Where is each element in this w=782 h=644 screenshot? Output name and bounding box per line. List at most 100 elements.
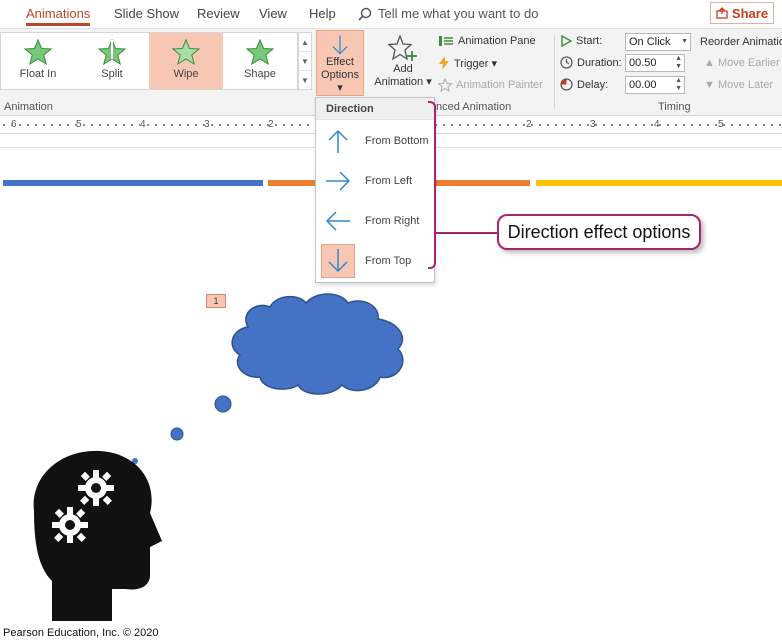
group-label-advanced: nced Animation [436,101,512,113]
arrow-down-icon [321,244,355,278]
delay-input[interactable]: 00.00 ▲ ▼ [625,76,685,94]
ruler-tick [43,124,45,126]
tab-animations[interactable]: Animations [26,6,91,26]
duration-label: Duration: [577,56,622,69]
add-animation-line2: Animation ▾ [374,76,432,88]
animation-painter-icon [438,78,452,92]
ruler-tick [107,124,109,126]
scroll-down-icon[interactable]: ▼ [299,52,311,71]
animation-pane-label: Animation Pane [458,35,536,47]
ruler-tick [147,124,149,126]
animation-shape[interactable]: Shape [223,33,297,89]
tab-slide-show[interactable]: Slide Show [114,6,179,21]
yellow-bar[interactable] [536,180,782,186]
animation-split[interactable]: Split [75,33,149,89]
duration-row: Duration: [560,56,622,69]
callout-label: Direction effect options [497,214,701,250]
ruler-tick [699,124,701,126]
star-split-icon [98,39,126,65]
arrow-right-icon [321,164,355,198]
ruler-tick [251,124,253,126]
ruler-tick [259,124,261,126]
ruler-tick [627,124,629,126]
animation-float-in[interactable]: Float In [1,33,75,89]
direction-label: From Bottom [365,135,429,147]
ruler-tick [187,124,189,126]
animation-painter-button[interactable]: Animation Painter [438,78,543,92]
play-icon [561,35,572,47]
ruler-tick [91,124,93,126]
ruler-tick [443,124,445,126]
ruler-tick [467,124,469,126]
ruler-tick [491,124,493,126]
ruler-tick [291,124,293,126]
animation-pane-button[interactable]: Animation Pane [438,35,536,47]
scroll-up-icon[interactable]: ▲ [299,33,311,52]
ruler-tick [299,124,301,126]
move-later-button[interactable]: ▼ Move Later [704,79,773,91]
gallery-scrollbar[interactable]: ▲ ▼ ▼ [298,32,312,90]
ruler-tick [675,124,677,126]
search-icon [358,7,372,21]
effect-options-button[interactable]: Effect Options ▾ [316,30,364,96]
ruler-tick [211,124,213,126]
spinner-icon[interactable]: ▲ ▼ [675,77,682,93]
direction-from-left[interactable]: From Left [316,161,436,201]
ruler-tick [539,124,541,126]
ruler-tick [507,124,509,126]
ruler-tick [11,124,13,126]
ruler-tick [587,124,589,126]
ruler-tick [611,124,613,126]
tab-review[interactable]: Review [197,6,240,21]
ruler-tick [739,124,741,126]
arrow-left-icon [321,204,355,238]
duration-input[interactable]: 00.50 ▲ ▼ [625,54,685,72]
head-with-gears-icon[interactable] [33,450,163,621]
add-animation-line1: Add [393,63,413,75]
gallery-more-icon[interactable]: ▼ [299,71,311,90]
ruler-tick [203,124,205,126]
animation-wipe[interactable]: Wipe [149,33,223,89]
ruler-tick [531,124,533,126]
ruler-tick [267,124,269,126]
move-earlier-button[interactable]: ▲ Move Earlier [704,57,780,69]
direction-dropdown: Direction From Bottom From Left From Rig… [315,97,435,283]
spinner-icon[interactable]: ▲ ▼ [675,55,682,71]
ruler-tick [659,124,661,126]
tab-help[interactable]: Help [309,6,336,21]
group-label-timing: Timing [658,101,691,113]
ruler-tick [771,124,773,126]
ruler-tick [571,124,573,126]
thought-cloud-icon[interactable] [231,293,404,395]
ruler-tick [155,124,157,126]
ruler-tick [307,124,309,126]
ruler-tick [27,124,29,126]
callout-connector [436,232,498,234]
ruler-tick [643,124,645,126]
ruler-tick [67,124,69,126]
ruler-tick [35,124,37,126]
start-select[interactable]: On Click ▼ [625,33,691,51]
arrow-down-icon [332,35,348,55]
reorder-title: Reorder Animation [700,36,782,48]
animation-painter-label: Animation Painter [456,79,543,91]
ruler-tick [83,124,85,126]
trigger-button[interactable]: Trigger ▾ [438,56,497,70]
add-animation-button[interactable]: Add Animation ▾ [372,33,434,95]
tab-view[interactable]: View [259,6,287,21]
tell-me-box[interactable]: Tell me what you want to do [358,6,538,21]
callout-bracket [428,101,436,269]
direction-from-right[interactable]: From Right [316,201,436,241]
ruler-tick [219,124,221,126]
ruler-tick [651,124,653,126]
start-label: Start: [576,35,603,47]
lightning-icon [439,56,449,70]
share-label: Share [731,5,769,21]
animation-label: Float In [19,68,57,80]
direction-from-top[interactable]: From Top [316,241,436,281]
share-button[interactable]: Share [710,2,774,24]
ruler-tick [715,124,717,126]
ruler-tick [283,124,285,126]
blue-bar[interactable] [3,180,263,186]
direction-from-bottom[interactable]: From Bottom [316,121,436,161]
